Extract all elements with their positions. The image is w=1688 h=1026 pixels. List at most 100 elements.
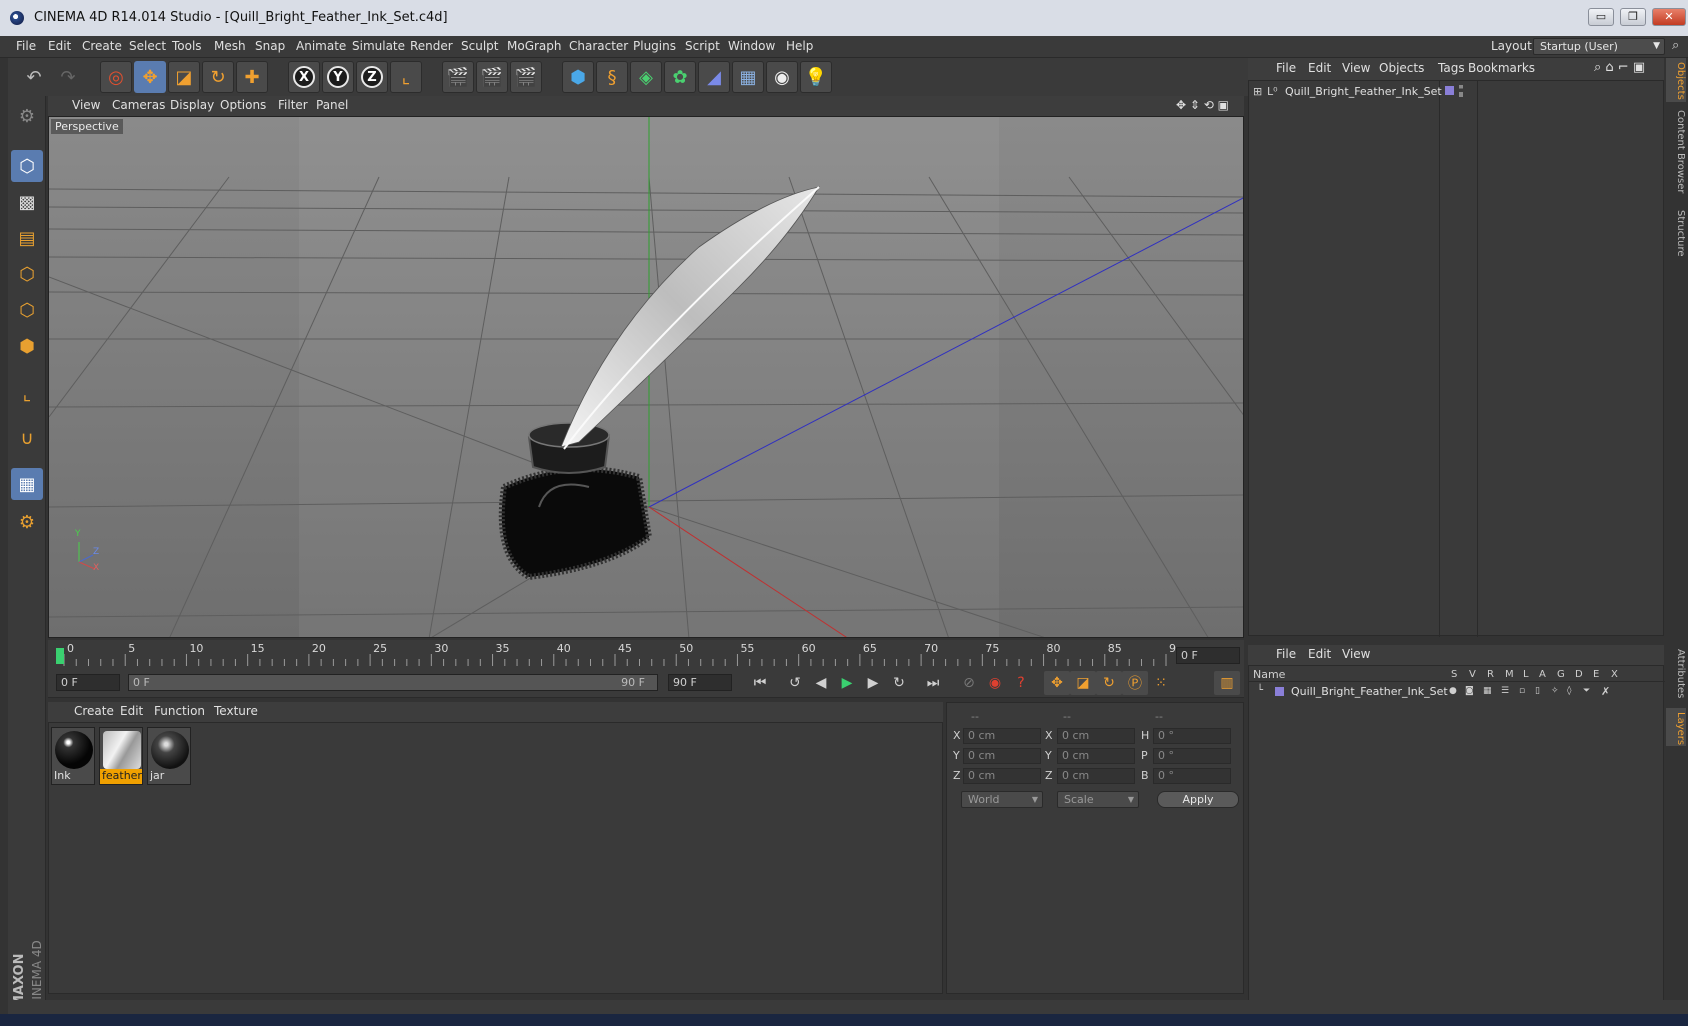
layer-menu-edit[interactable]: Edit	[1308, 647, 1331, 661]
frame-range-slider[interactable]: 0 F 90 F	[128, 674, 658, 691]
size-z-field[interactable]: 0 cm	[1057, 768, 1135, 784]
rotation-h-field[interactable]: 0 °	[1153, 728, 1231, 744]
spline-icon[interactable]: §	[596, 61, 628, 93]
coordinate-mode-dropdown[interactable]: World ▼	[961, 791, 1043, 808]
material-menu-edit[interactable]: Edit	[120, 704, 143, 718]
apply-button[interactable]: Apply	[1157, 791, 1239, 808]
next-key-icon[interactable]: ↻	[886, 671, 912, 695]
viewport-menu-panel[interactable]: Panel	[316, 98, 348, 112]
layer-col-solo[interactable]: S	[1451, 669, 1457, 680]
points-mode-icon[interactable]: ⬡	[11, 258, 43, 290]
material-swatch-ink[interactable]: Ink	[51, 727, 95, 785]
menu-mograph[interactable]: MoGraph	[507, 39, 562, 53]
tab-objects[interactable]: Objects	[1666, 58, 1686, 102]
menu-mesh[interactable]: Mesh	[214, 39, 246, 53]
live-selection-icon[interactable]: ◎	[100, 61, 132, 93]
layer-col-deformers[interactable]: D	[1575, 669, 1583, 680]
deformer-icon[interactable]: ◢	[698, 61, 730, 93]
magnet-icon[interactable]: ∪	[11, 422, 43, 454]
render-settings-icon[interactable]: 🎬	[510, 61, 542, 93]
previous-frame-icon[interactable]: ◀	[808, 671, 834, 695]
render-toggle-icon[interactable]: ▦	[1483, 686, 1492, 696]
generators-toggle-icon[interactable]: ✧	[1551, 686, 1559, 696]
edges-mode-icon[interactable]: ⬡	[11, 294, 43, 326]
go-to-end-icon[interactable]: ⏭	[920, 671, 946, 695]
y-axis-lock-icon[interactable]: Y	[322, 61, 354, 93]
redo-icon[interactable]: ↷	[52, 61, 84, 93]
rotation-b-field[interactable]: 0 °	[1153, 768, 1231, 784]
menu-simulate[interactable]: Simulate	[352, 39, 405, 53]
solo-toggle-icon[interactable]: ●	[1449, 686, 1457, 696]
viewport-menu-cameras[interactable]: Cameras	[112, 98, 165, 112]
cube-object-icon[interactable]: ⬢	[562, 61, 594, 93]
camera-icon[interactable]: ◉	[766, 61, 798, 93]
next-frame-icon[interactable]: ▶	[860, 671, 886, 695]
previous-key-icon[interactable]: ↺	[782, 671, 808, 695]
locked-workplane-icon[interactable]: ▦	[11, 468, 43, 500]
timeline-ruler[interactable]: 0 5 10 15 20 25 30 35 40 45 50 55 60 65 70 75 80 85 90 0 F	[48, 640, 1244, 668]
menu-edit[interactable]: Edit	[48, 39, 71, 53]
key-scale-icon[interactable]: ◪	[1070, 671, 1096, 695]
layer-menu-file[interactable]: File	[1276, 647, 1296, 661]
render-view-icon[interactable]: 🎬	[442, 61, 474, 93]
viewport-camera-label[interactable]: Perspective	[51, 119, 123, 134]
object-menu-objects[interactable]: Objects	[1379, 61, 1424, 75]
scale-tool-icon[interactable]: ◪	[168, 61, 200, 93]
go-to-start-icon[interactable]: ⏮	[747, 671, 773, 695]
animation-toggle-icon[interactable]: ▯	[1535, 686, 1540, 696]
material-swatch-feather[interactable]: feather	[99, 727, 143, 785]
tab-layers[interactable]: Layers	[1666, 708, 1686, 746]
record-keys-icon[interactable]: ⊘	[956, 671, 982, 695]
layer-col-render[interactable]: R	[1487, 669, 1494, 680]
object-menu-tags[interactable]: Tags	[1438, 61, 1465, 75]
viewport-navigation-icons[interactable]: ✥ ⇕ ⟲ ▣	[1176, 98, 1229, 112]
position-z-field[interactable]: 0 cm	[963, 768, 1041, 784]
object-menu-view[interactable]: View	[1342, 61, 1370, 75]
menu-help[interactable]: Help	[786, 39, 813, 53]
menu-animate[interactable]: Animate	[296, 39, 346, 53]
axis-mode-icon[interactable]: ⌞	[11, 378, 43, 410]
object-row[interactable]: ⊞ L⁰ Quill_Bright_Feather_Ink_Set	[1253, 83, 1442, 99]
menu-tools[interactable]: Tools	[172, 39, 202, 53]
restore-button[interactable]: ❐	[1620, 8, 1646, 26]
object-menu-file[interactable]: File	[1276, 61, 1296, 75]
tab-structure[interactable]: Structure	[1666, 206, 1686, 262]
playhead-marker[interactable]	[56, 648, 64, 664]
key-position-icon[interactable]: ✥	[1044, 671, 1070, 695]
layer-col-generators[interactable]: G	[1557, 669, 1565, 680]
move-tool-icon[interactable]: ✥	[134, 61, 166, 93]
menu-file[interactable]: File	[16, 39, 36, 53]
auto-keying-icon[interactable]: ◉	[982, 671, 1008, 695]
layer-row[interactable]: └ Quill_Bright_Feather_Ink_Set ● ◙ ▦ ☰ ▫…	[1253, 684, 1661, 700]
undo-icon[interactable]: ↶	[18, 61, 50, 93]
viewport-menu-display[interactable]: Display	[170, 98, 214, 112]
close-button[interactable]: ✕	[1652, 8, 1686, 26]
polygons-mode-icon[interactable]: ⬢	[11, 330, 43, 362]
transform-mode-dropdown[interactable]: Scale ▼	[1057, 791, 1139, 808]
key-rotation-icon[interactable]: ↻	[1096, 671, 1122, 695]
x-axis-lock-icon[interactable]: X	[288, 61, 320, 93]
size-y-field[interactable]: 0 cm	[1057, 748, 1135, 764]
material-menu-create[interactable]: Create	[74, 704, 114, 718]
timeline-window-icon[interactable]: ▥	[1214, 671, 1240, 695]
rotate-tool-icon[interactable]: ↻	[202, 61, 234, 93]
position-x-field[interactable]: 0 cm	[963, 728, 1041, 744]
layer-col-manager[interactable]: M	[1505, 669, 1514, 680]
object-manager-search-icon[interactable]: ⌕ ⌂ ⌐ ▣	[1594, 60, 1645, 75]
xref-toggle-icon[interactable]: ✗	[1601, 685, 1610, 698]
render-picture-viewer-icon[interactable]: 🎬	[476, 61, 508, 93]
workplane-icon[interactable]: ▤	[11, 222, 43, 254]
position-y-field[interactable]: 0 cm	[963, 748, 1041, 764]
layer-name[interactable]: Quill_Bright_Feather_Ink_Set	[1291, 685, 1448, 698]
keyframe-selection-icon[interactable]: ?	[1008, 671, 1034, 695]
object-menu-edit[interactable]: Edit	[1308, 61, 1331, 75]
layer-col-view[interactable]: V	[1469, 669, 1476, 680]
texture-mode-icon[interactable]: ▩	[11, 186, 43, 218]
array-icon[interactable]: ✿	[664, 61, 696, 93]
menu-sculpt[interactable]: Sculpt	[461, 39, 498, 53]
material-menu-function[interactable]: Function	[154, 704, 205, 718]
search-icon[interactable]: ⌕	[1672, 38, 1679, 53]
manager-toggle-icon[interactable]: ☰	[1501, 686, 1509, 696]
viewport-menu-filter[interactable]: Filter	[278, 98, 308, 112]
coordinate-system-icon[interactable]: ⌞	[390, 61, 422, 93]
